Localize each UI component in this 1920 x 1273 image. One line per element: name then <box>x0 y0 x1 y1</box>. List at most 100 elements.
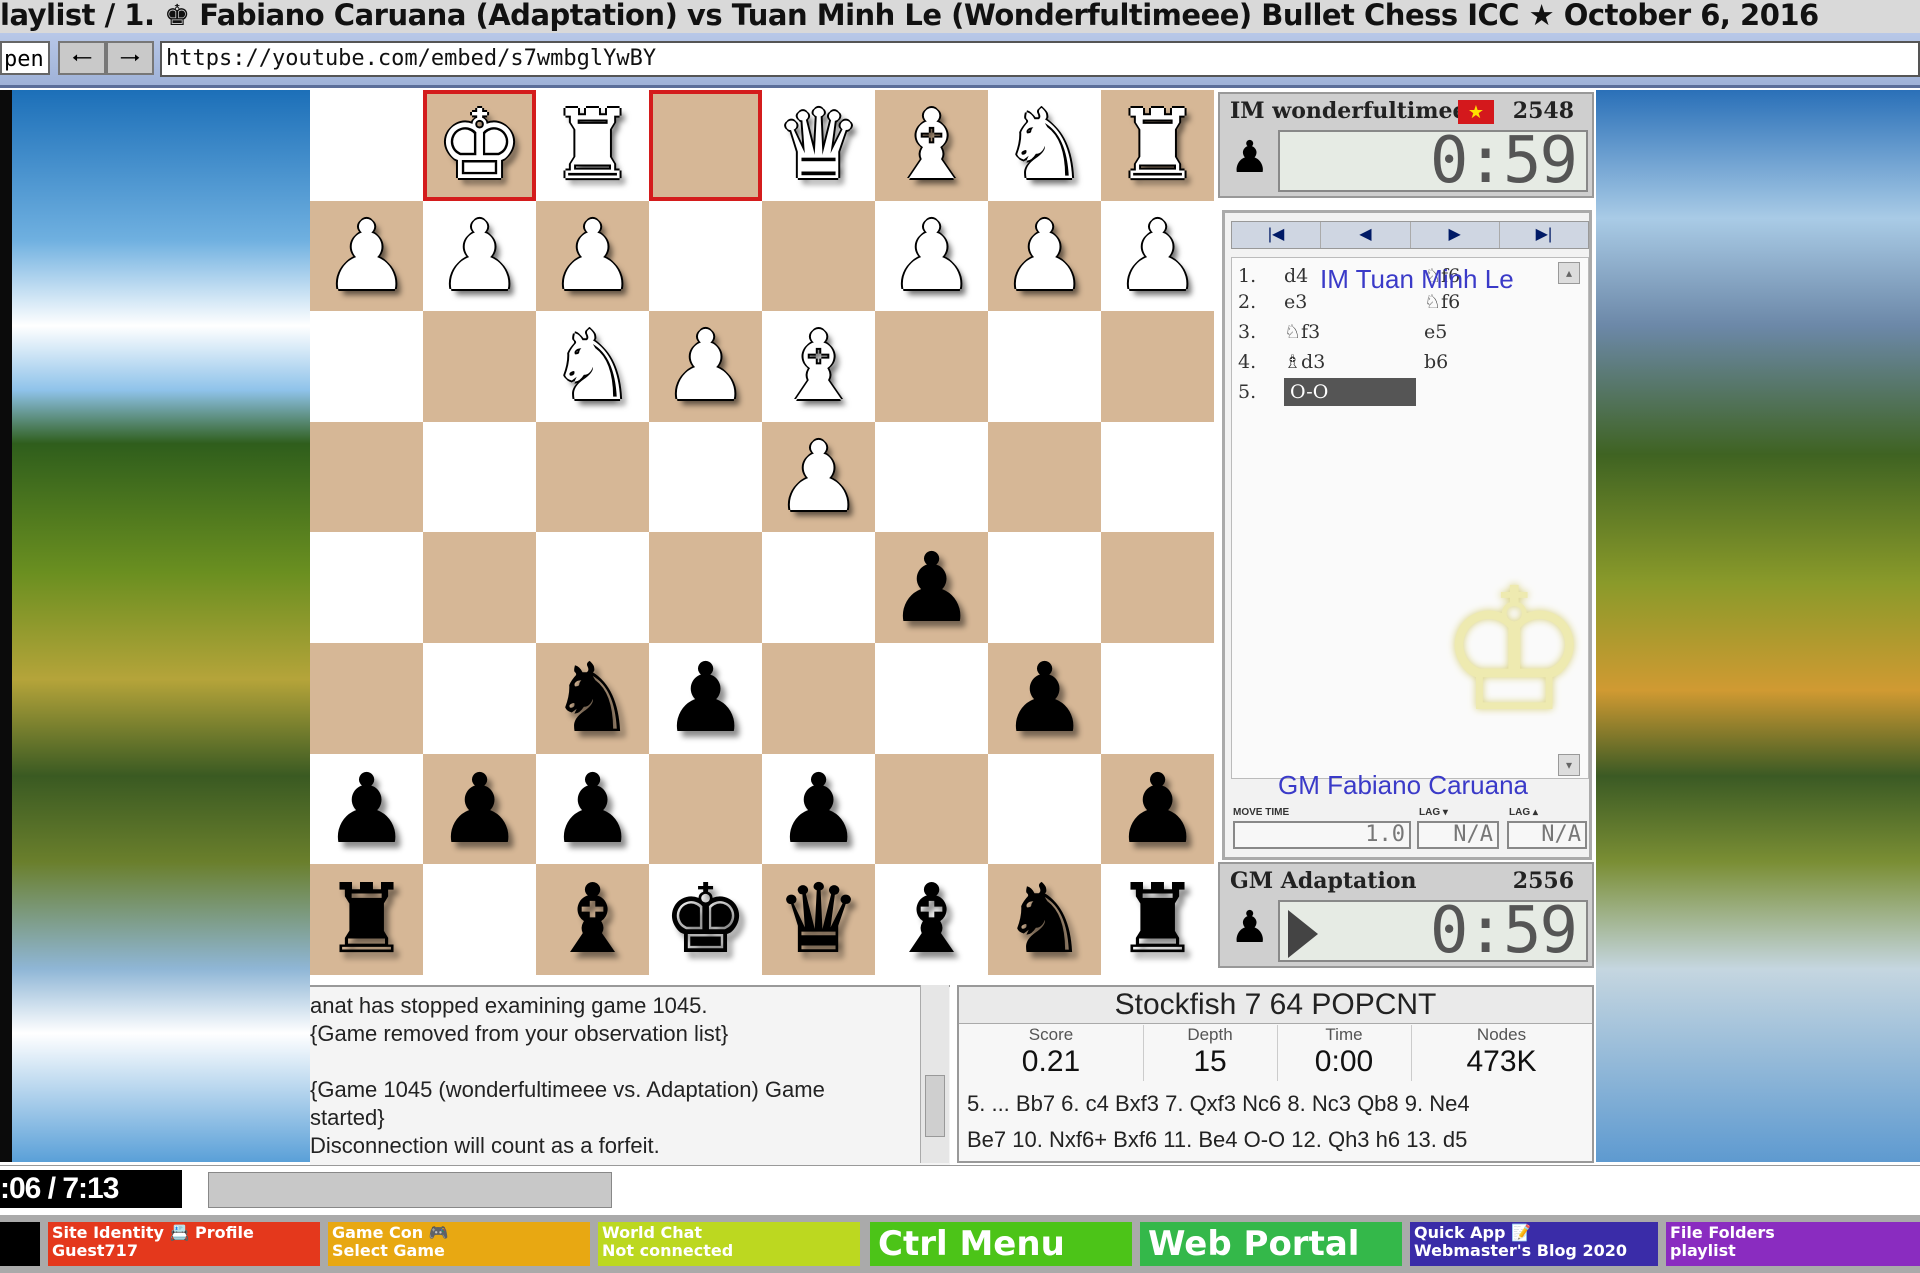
moves-list[interactable]: 1. d4 ♘f6 2. e3 ♘f6 3. ♘f3 e5 4. ♗d3 b6 … <box>1231 257 1590 800</box>
square-h3[interactable] <box>310 311 423 422</box>
white-bishop-icon[interactable]: ♝ <box>775 318 861 414</box>
square-a4[interactable] <box>1101 421 1214 533</box>
black-pawn-icon[interactable]: ♟ <box>436 761 522 857</box>
black-pawn-icon[interactable]: ♟ <box>888 540 974 636</box>
square-h1[interactable] <box>310 90 423 201</box>
white-pawn-icon[interactable]: ♟ <box>888 208 974 304</box>
square-e1[interactable] <box>649 90 762 201</box>
square-d6[interactable] <box>762 642 875 754</box>
white-pawn-icon[interactable]: ♟ <box>662 318 748 414</box>
last-move-button[interactable]: ▶| <box>1500 222 1588 248</box>
black-bishop-icon[interactable]: ♝ <box>888 871 974 967</box>
square-c4[interactable] <box>875 421 988 533</box>
scroll-down-icon[interactable]: ▾ <box>1558 754 1580 776</box>
console-scroll-thumb[interactable] <box>925 1075 945 1137</box>
square-h5[interactable] <box>310 532 423 643</box>
square-f7[interactable]: ♟ <box>536 753 649 865</box>
square-b1[interactable]: ♞ <box>988 90 1101 201</box>
back-button[interactable]: 🠀 <box>58 41 106 75</box>
square-g8[interactable] <box>423 864 536 975</box>
square-b6[interactable]: ♟ <box>988 642 1101 754</box>
black-knight-icon[interactable]: ♞ <box>549 650 635 746</box>
square-b4[interactable] <box>988 421 1101 533</box>
black-rook-icon[interactable]: ♜ <box>1114 871 1200 967</box>
square-a8[interactable]: ♜ <box>1101 864 1214 975</box>
square-e6[interactable]: ♟ <box>649 642 762 754</box>
white-pawn-icon[interactable]: ♟ <box>323 208 409 304</box>
url-field[interactable]: https://youtube.com/embed/s7wmbglYwBY <box>160 41 1920 77</box>
square-c5[interactable]: ♟ <box>875 532 988 643</box>
open-button[interactable]: pen <box>0 41 50 75</box>
square-h4[interactable] <box>310 421 423 533</box>
square-e7[interactable] <box>649 753 762 865</box>
square-g5[interactable] <box>423 532 536 643</box>
white-rook-icon[interactable]: ♜ <box>1114 97 1200 193</box>
square-f4[interactable] <box>536 421 649 533</box>
taskbar-start[interactable] <box>0 1222 40 1266</box>
white-knight-icon[interactable]: ♞ <box>1001 97 1087 193</box>
black-pawn-icon[interactable]: ♟ <box>323 761 409 857</box>
black-bishop-icon[interactable]: ♝ <box>549 871 635 967</box>
game-con-button[interactable]: Game Con 🎮 Select Game <box>328 1222 590 1266</box>
white-bishop-icon[interactable]: ♝ <box>888 97 974 193</box>
square-c1[interactable]: ♝ <box>875 90 988 201</box>
black-pawn-icon[interactable]: ♟ <box>1001 650 1087 746</box>
black-move[interactable]: b6 <box>1424 348 1544 376</box>
selected-move[interactable]: O-O <box>1284 378 1416 406</box>
square-b5[interactable] <box>988 532 1101 643</box>
console-scrollbar[interactable] <box>920 985 949 1163</box>
chat-console[interactable]: anat has stopped examining game 1045. {G… <box>310 985 950 1165</box>
web-portal-button[interactable]: Web Portal <box>1140 1222 1402 1266</box>
quick-app-button[interactable]: Quick App 📝 Webmaster's Blog 2020 <box>1410 1222 1658 1266</box>
square-d2[interactable] <box>762 200 875 312</box>
square-a2[interactable]: ♟ <box>1101 200 1214 312</box>
square-b3[interactable] <box>988 311 1101 422</box>
white-queen-icon[interactable]: ♛ <box>775 97 861 193</box>
black-knight-icon[interactable]: ♞ <box>1001 871 1087 967</box>
square-c3[interactable] <box>875 311 988 422</box>
square-d4[interactable]: ♟ <box>762 421 875 533</box>
square-h2[interactable]: ♟ <box>310 200 423 312</box>
square-c8[interactable]: ♝ <box>875 864 988 975</box>
video-progress-thumb[interactable] <box>208 1172 612 1208</box>
square-h8[interactable]: ♜ <box>310 864 423 975</box>
square-g1[interactable]: ♚ <box>423 90 536 201</box>
square-c2[interactable]: ♟ <box>875 200 988 312</box>
white-pawn-icon[interactable]: ♟ <box>1001 208 1087 304</box>
first-move-button[interactable]: |◀ <box>1232 222 1322 248</box>
file-folders-button[interactable]: File Folders playlist <box>1666 1222 1920 1266</box>
next-move-button[interactable]: ▶ <box>1411 222 1500 248</box>
square-e4[interactable] <box>649 421 762 533</box>
white-move[interactable]: ♘f3 <box>1284 318 1404 346</box>
scroll-up-icon[interactable]: ▴ <box>1558 262 1580 284</box>
square-b8[interactable]: ♞ <box>988 864 1101 975</box>
square-a5[interactable] <box>1101 532 1214 643</box>
square-g4[interactable] <box>423 421 536 533</box>
black-king-icon[interactable]: ♚ <box>662 871 748 967</box>
square-e8[interactable]: ♚ <box>649 864 762 975</box>
square-f2[interactable]: ♟ <box>536 200 649 312</box>
square-h6[interactable] <box>310 642 423 754</box>
square-b2[interactable]: ♟ <box>988 200 1101 312</box>
square-e2[interactable] <box>649 200 762 312</box>
square-e5[interactable] <box>649 532 762 643</box>
black-pawn-icon[interactable]: ♟ <box>775 761 861 857</box>
ctrl-menu-button[interactable]: Ctrl Menu <box>870 1222 1132 1266</box>
square-a6[interactable] <box>1101 642 1214 754</box>
white-pawn-icon[interactable]: ♟ <box>1114 208 1200 304</box>
square-d5[interactable] <box>762 532 875 643</box>
square-g7[interactable]: ♟ <box>423 753 536 865</box>
forward-button[interactable]: 🠂 <box>106 41 154 75</box>
square-e3[interactable]: ♟ <box>649 311 762 422</box>
square-f1[interactable]: ♜ <box>536 90 649 201</box>
white-pawn-icon[interactable]: ♟ <box>775 429 861 525</box>
white-pawn-icon[interactable]: ♟ <box>549 208 635 304</box>
square-d3[interactable]: ♝ <box>762 311 875 422</box>
black-pawn-icon[interactable]: ♟ <box>1114 761 1200 857</box>
square-d7[interactable]: ♟ <box>762 753 875 865</box>
white-knight-icon[interactable]: ♞ <box>549 318 635 414</box>
prev-move-button[interactable]: ◀ <box>1321 222 1411 248</box>
white-move[interactable]: ♗d3 <box>1284 348 1404 376</box>
square-f6[interactable]: ♞ <box>536 642 649 754</box>
square-b7[interactable] <box>988 753 1101 865</box>
